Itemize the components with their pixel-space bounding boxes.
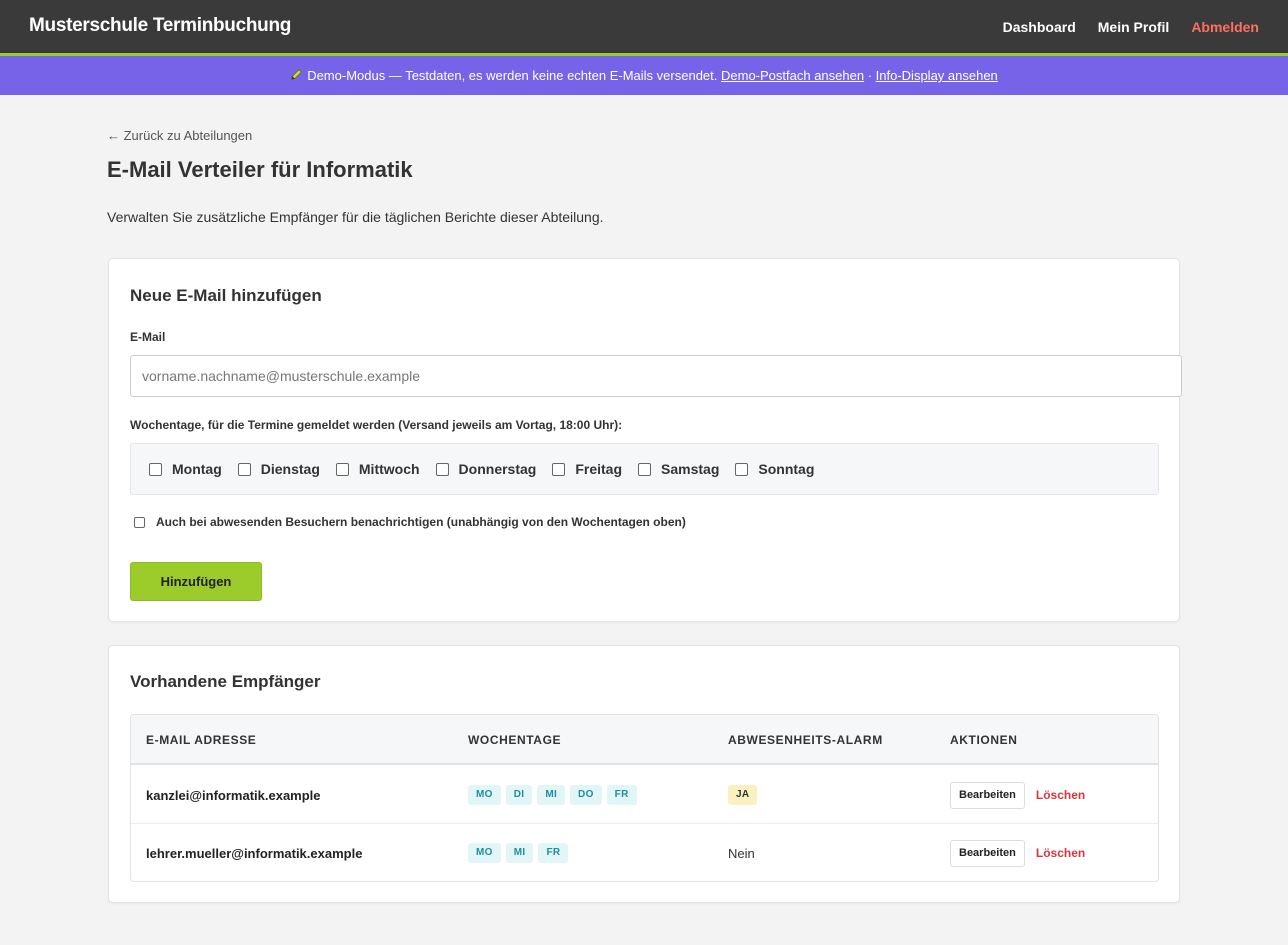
email-label: E-Mail [130, 330, 166, 344]
recipient-email: kanzlei@informatik.example [146, 787, 321, 803]
weekday-badge: DI [505, 785, 533, 805]
page-subtitle: Verwalten Sie zusätzliche Empfänger für … [107, 209, 604, 225]
table-header: E-MAIL ADRESSE WOCHENTAGE ABWESENHEITS-A… [131, 715, 1158, 765]
info-display-link[interactable]: Info-Display ansehen [876, 68, 998, 83]
weekday-checkbox-wednesday[interactable]: Mittwoch [335, 461, 420, 477]
demo-banner-separator: · [864, 68, 876, 83]
checkbox-icon[interactable] [435, 462, 449, 476]
column-header-email: E-MAIL ADRESSE [146, 733, 257, 747]
table-row: lehrer.mueller@informatik.example MO MI … [131, 824, 1158, 881]
nav-logout-link[interactable]: Abmelden [1191, 19, 1259, 35]
pencil-icon [290, 56, 303, 95]
recipient-email: lehrer.mueller@informatik.example [146, 845, 363, 861]
nav-profile-link[interactable]: Mein Profil [1098, 19, 1170, 35]
weekday-label: Dienstag [260, 461, 320, 477]
weekday-badge: MO [468, 843, 501, 863]
weekday-checkbox-tuesday[interactable]: Dienstag [237, 461, 320, 477]
weekday-checkbox-saturday[interactable]: Samstag [638, 461, 719, 477]
column-header-absence-alarm: ABWESENHEITS-ALARM [728, 733, 883, 747]
weekdays-checkbox-group: Montag Dienstag Mittwoch Donnerstag Frei… [130, 443, 1159, 495]
checkbox-icon[interactable] [149, 462, 162, 476]
row-actions: Bearbeiten Löschen [950, 824, 1085, 881]
nav-dashboard-link[interactable]: Dashboard [1003, 19, 1076, 35]
weekday-checkbox-sunday[interactable]: Sonntag [735, 461, 814, 477]
checkbox-icon[interactable] [552, 462, 566, 476]
absence-alarm-value: Nein [728, 845, 755, 861]
checkbox-icon[interactable] [134, 516, 145, 528]
weekday-badge: FR [538, 843, 569, 863]
weekday-checkbox-monday[interactable]: Montag [149, 461, 222, 477]
weekday-label: Mittwoch [358, 461, 420, 477]
weekday-label: Freitag [575, 461, 623, 477]
table-row: kanzlei@informatik.example MO DI MI DO F… [131, 766, 1158, 824]
weekday-label: Samstag [661, 461, 720, 477]
weekday-badge: MI [537, 785, 566, 805]
column-header-actions: AKTIONEN [950, 733, 1018, 747]
weekday-badge: FR [606, 785, 637, 805]
checkbox-icon[interactable] [638, 462, 652, 476]
row-actions: Bearbeiten Löschen [950, 766, 1085, 824]
absence-alarm-cell: JA [728, 766, 758, 824]
brand-title[interactable]: Musterschule Terminbuchung [29, 15, 291, 37]
checkbox-icon[interactable] [237, 462, 251, 476]
email-input[interactable] [130, 355, 1182, 397]
weekday-label: Montag [172, 461, 222, 477]
demo-mode-banner: Demo-Modus — Testdaten, es werden keine … [0, 56, 1288, 95]
main-nav: Dashboard Mein Profil Abmelden [1003, 19, 1259, 35]
weekday-badge: MI [505, 843, 534, 863]
delete-link[interactable]: Löschen [1036, 846, 1085, 860]
weekday-badge: DO [570, 785, 602, 805]
absent-visitors-checkbox[interactable]: Auch bei abwesenden Besuchern benachrich… [134, 515, 686, 529]
back-to-departments-link[interactable]: ← Zurück zu Abteilungen [107, 128, 252, 143]
absence-alarm-badge: JA [728, 785, 758, 805]
recipients-table: E-MAIL ADRESSE WOCHENTAGE ABWESENHEITS-A… [130, 714, 1159, 882]
demo-banner-text: Demo-Modus — Testdaten, es werden keine … [307, 68, 721, 83]
page-title: E-Mail Verteiler für Informatik [107, 157, 413, 182]
demo-inbox-link[interactable]: Demo-Postfach ansehen [721, 68, 864, 83]
recipient-weekdays: MO MI FR [468, 824, 569, 881]
absent-visitors-label: Auch bei abwesenden Besuchern benachrich… [156, 515, 686, 529]
add-email-heading: Neue E-Mail hinzufügen [130, 286, 322, 305]
weekday-badge: MO [468, 785, 501, 805]
weekday-label: Donnerstag [458, 461, 537, 477]
edit-button[interactable]: Bearbeiten [950, 839, 1025, 867]
delete-link[interactable]: Löschen [1036, 788, 1085, 802]
top-navbar: Musterschule Terminbuchung Dashboard Mei… [0, 0, 1288, 56]
edit-button[interactable]: Bearbeiten [950, 781, 1025, 809]
checkbox-icon[interactable] [335, 462, 349, 476]
checkbox-icon[interactable] [735, 462, 749, 476]
recipients-heading: Vorhandene Empfänger [130, 672, 321, 691]
add-email-button[interactable]: Hinzufügen [130, 562, 262, 601]
recipients-card: Vorhandene Empfänger E-MAIL ADRESSE WOCH… [108, 645, 1180, 903]
weekdays-label: Wochentage, für die Termine gemeldet wer… [130, 418, 623, 432]
column-header-weekdays: WOCHENTAGE [468, 733, 562, 747]
weekday-label: Sonntag [758, 461, 815, 477]
weekday-checkbox-thursday[interactable]: Donnerstag [435, 461, 537, 477]
weekday-checkbox-friday[interactable]: Freitag [552, 461, 622, 477]
recipient-weekdays: MO DI MI DO FR [468, 766, 637, 824]
add-email-card: Neue E-Mail hinzufügen E-Mail Wochentage… [108, 258, 1182, 622]
